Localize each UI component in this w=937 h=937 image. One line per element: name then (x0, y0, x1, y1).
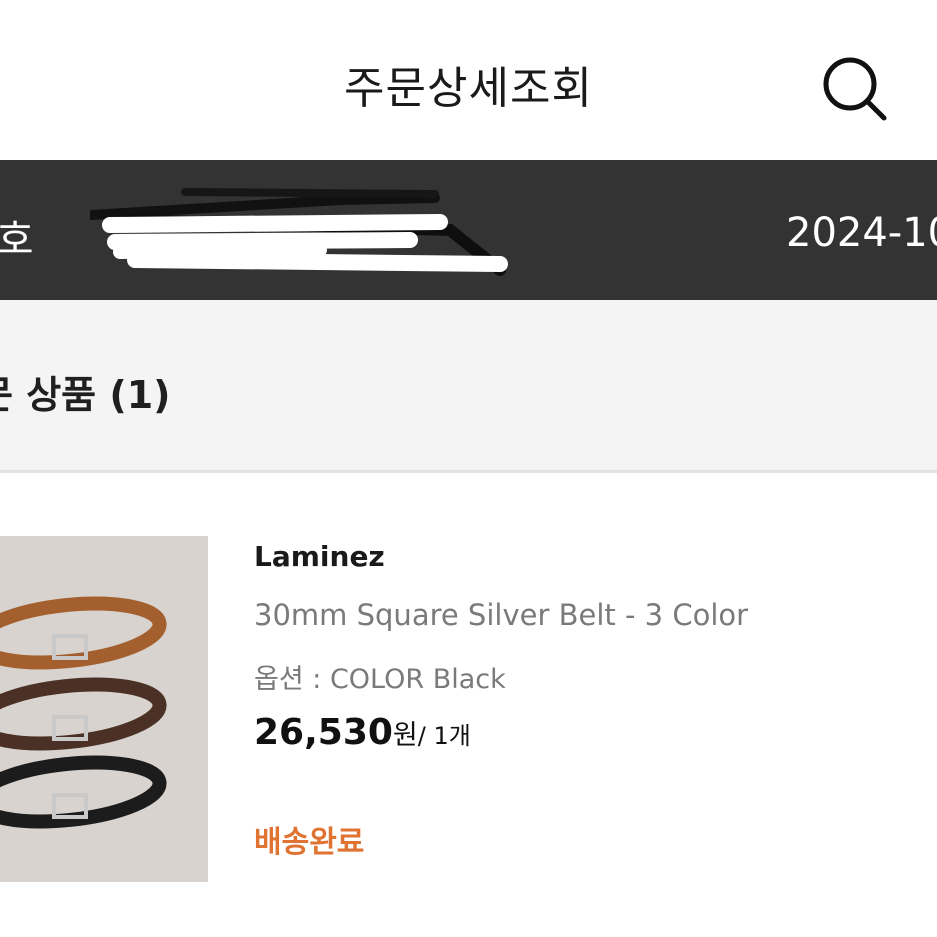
product-quantity: / 1개 (417, 722, 471, 750)
delivery-status-badge: 배송완료 (254, 825, 365, 860)
search-icon (823, 57, 887, 121)
price-row: 26,530원/ 1개 (254, 712, 471, 753)
product-image[interactable] (0, 536, 208, 882)
section-title: 문 상품 (1) (0, 373, 171, 417)
top-header: 주문상세조회 (0, 0, 937, 160)
page-title: 주문상세조회 (344, 63, 593, 114)
order-number-redaction (90, 188, 508, 276)
order-info-bar: 번호 2024-10 (0, 160, 937, 300)
order-detail-page: 주문상세조회 번호 2024-10 문 상품 (1) (0, 0, 937, 937)
price-currency: 원 (392, 720, 418, 751)
ordered-items-section-header: 문 상품 (1) (0, 300, 937, 473)
order-date: 2024-10 (786, 210, 937, 256)
product-brand[interactable]: Laminez (254, 540, 385, 573)
product-name[interactable]: 30mm Square Silver Belt - 3 Color (254, 598, 748, 632)
search-button[interactable] (818, 52, 890, 124)
order-number-label: 번호 (0, 217, 34, 263)
belt-product-photo (0, 536, 208, 882)
product-price: 26,530 (254, 712, 393, 753)
product-option: 옵션 : COLOR Black (254, 664, 506, 695)
